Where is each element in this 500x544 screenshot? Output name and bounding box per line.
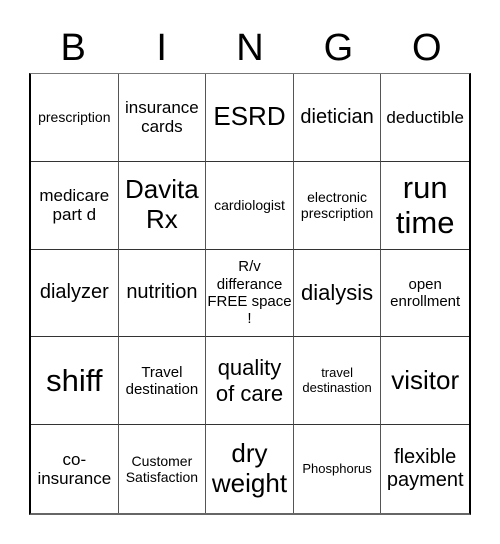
bingo-cell[interactable]: Travel destination	[118, 337, 207, 426]
header-letter-n: N	[236, 27, 264, 69]
cell-text: dietician	[300, 105, 374, 128]
bingo-cell[interactable]: travel destinastion	[293, 337, 382, 426]
cell-text: medicare part d	[39, 185, 110, 225]
cell-text: flexible payment	[386, 446, 464, 492]
bingo-cell[interactable]: insurance cards	[118, 74, 207, 162]
bingo-cell[interactable]: shiff	[31, 337, 119, 426]
cell-text: nutrition	[126, 281, 198, 304]
header-letter-o: O	[412, 27, 442, 69]
cell-text: insurance cards	[125, 97, 199, 137]
bingo-cell[interactable]: nutrition	[118, 249, 207, 338]
bingo-cell[interactable]: ESRD	[206, 74, 294, 162]
cell-text: prescription	[38, 109, 111, 126]
cell-text: deductible	[386, 107, 464, 127]
cell-text: quality of care	[215, 355, 284, 406]
cell-text: travel destinastion	[302, 364, 372, 395]
bingo-cell[interactable]: open enrollment	[381, 250, 469, 338]
cell-text: run time	[395, 169, 455, 241]
cell-text: Customer Satisfaction	[125, 453, 199, 486]
bingo-cell[interactable]: co-insurance	[31, 425, 119, 513]
cell-text: dialysis	[301, 280, 374, 306]
cell-text: Phosphorus	[302, 460, 372, 476]
bingo-cell[interactable]: dry weight	[206, 425, 294, 513]
cell-text: cardiologist	[214, 197, 285, 214]
cell-text: open enrollment	[390, 275, 461, 310]
bingo-cell[interactable]: medicare part d	[31, 161, 119, 250]
bingo-cell[interactable]: visitor	[381, 337, 469, 426]
cell-text: dry weight	[211, 438, 288, 499]
bingo-cell[interactable]: quality of care	[206, 337, 294, 426]
bingo-cell[interactable]: run time	[381, 162, 469, 250]
header-letter-b: B	[60, 27, 86, 69]
bingo-cell[interactable]: dialyzer	[31, 249, 119, 338]
bingo-cell[interactable]: flexible payment	[381, 425, 469, 513]
free-space-cell[interactable]: R/v differance FREE space !	[206, 249, 294, 338]
header-letter-i: I	[156, 27, 167, 69]
bingo-header: B I N G O	[29, 22, 471, 74]
cell-text: ESRD	[213, 101, 286, 132]
bingo-cell[interactable]: dietician	[293, 74, 382, 162]
bingo-cell[interactable]: Davita Rx	[118, 161, 207, 250]
cell-text: dialyzer	[39, 281, 109, 304]
cell-text: Davita Rx	[125, 174, 199, 235]
bingo-cell[interactable]: Customer Satisfaction	[119, 425, 207, 513]
header-letter-g: G	[323, 27, 354, 69]
cell-text: shiff	[46, 362, 103, 398]
bingo-cell[interactable]: prescription	[31, 74, 119, 162]
bingo-cell[interactable]: dialysis	[293, 249, 382, 338]
cell-text: co-insurance	[37, 449, 112, 489]
cell-text: electronic prescription	[300, 189, 374, 222]
cell-text: Travel destination	[125, 363, 199, 398]
bingo-cell[interactable]: cardiologist	[206, 161, 294, 250]
bingo-cell[interactable]: Phosphorus	[294, 425, 382, 513]
cell-text: visitor	[391, 364, 460, 395]
bingo-cell[interactable]: electronic prescription	[293, 161, 382, 250]
bingo-card-grid: prescription insurance cards ESRD dietic…	[29, 73, 471, 515]
free-space-text: R/v differance FREE space !	[207, 258, 292, 328]
bingo-cell[interactable]: deductible	[381, 74, 469, 162]
